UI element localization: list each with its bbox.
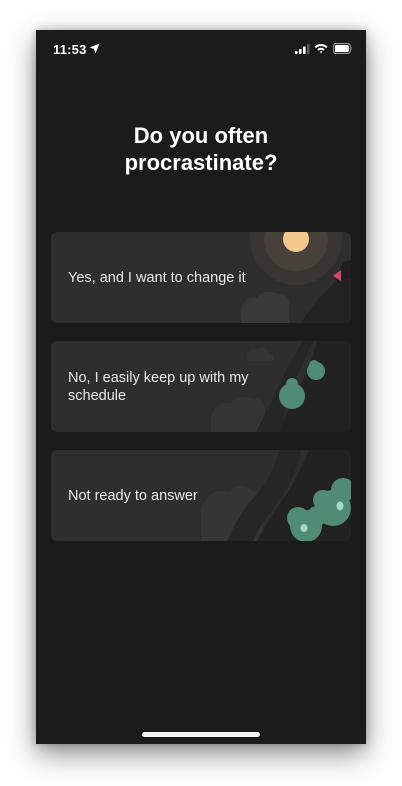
- option-label: Yes, and I want to change it: [68, 270, 246, 286]
- question-title: Do you often procrastinate?: [36, 122, 366, 176]
- option-no-keep-up-button[interactable]: No, I easily keep up with my schedule: [51, 341, 351, 432]
- location-arrow-icon: [89, 43, 100, 54]
- phone-screen: 11:53 Do you often procrastinate? Yes, a…: [36, 30, 366, 744]
- home-indicator[interactable]: [142, 732, 260, 737]
- wifi-icon: [314, 44, 328, 54]
- status-time: 11:53: [53, 42, 87, 57]
- battery-icon: [333, 43, 352, 54]
- status-bar: 11:53: [36, 30, 366, 70]
- cellular-signal-icon: [295, 44, 310, 54]
- option-not-ready-button[interactable]: Not ready to answer: [51, 450, 351, 541]
- option-label: No, I easily keep up with my schedule: [68, 370, 249, 404]
- question-line-1: Do you often: [133, 123, 269, 148]
- question-line-2: procrastinate?: [124, 150, 278, 175]
- option-yes-change-button[interactable]: Yes, and I want to change it: [51, 232, 351, 323]
- option-label: Not ready to answer: [68, 488, 198, 504]
